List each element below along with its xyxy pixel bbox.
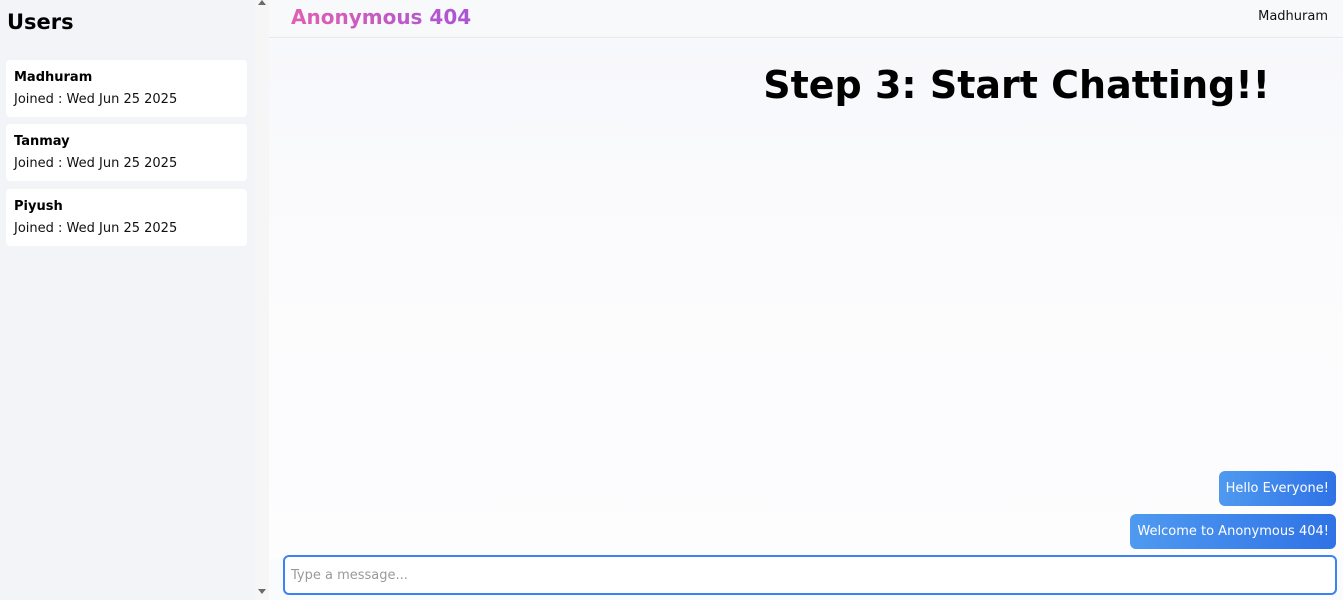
- chat-main: Anonymous 404 Madhuram Step 3: Start Cha…: [269, 0, 1343, 600]
- user-name: Madhuram: [14, 70, 93, 85]
- chat-area: Step 3: Start Chatting!!: [269, 39, 1343, 559]
- user-name: Piyush: [14, 199, 63, 214]
- brand-logo: Anonymous 404: [291, 5, 472, 29]
- current-user-name: Madhuram: [1258, 9, 1328, 24]
- user-card[interactable]: Tanmay Joined : Wed Jun 25 2025: [6, 124, 247, 181]
- message-input[interactable]: [291, 561, 1321, 589]
- users-sidebar: Users Madhuram Joined : Wed Jun 25 2025 …: [0, 0, 255, 600]
- scroll-up-arrow-icon[interactable]: [258, 0, 266, 5]
- step-title: Step 3: Start Chatting!!: [763, 63, 1270, 107]
- user-card[interactable]: Piyush Joined : Wed Jun 25 2025: [6, 189, 247, 246]
- user-joined-date: Joined : Wed Jun 25 2025: [14, 221, 178, 236]
- top-bar: Anonymous 404 Madhuram: [269, 0, 1343, 38]
- sidebar-scrollbar[interactable]: [255, 0, 269, 600]
- user-card[interactable]: Madhuram Joined : Wed Jun 25 2025: [6, 60, 247, 117]
- sidebar-title: Users: [7, 10, 74, 34]
- user-joined-date: Joined : Wed Jun 25 2025: [14, 92, 178, 107]
- message-bubble: Hello Everyone!: [1218, 471, 1336, 506]
- scroll-down-arrow-icon[interactable]: [258, 589, 266, 594]
- user-joined-date: Joined : Wed Jun 25 2025: [14, 156, 178, 171]
- message-input-wrapper: [283, 555, 1337, 595]
- message-bubble: Welcome to Anonymous 404!: [1130, 514, 1336, 549]
- user-name: Tanmay: [14, 134, 70, 149]
